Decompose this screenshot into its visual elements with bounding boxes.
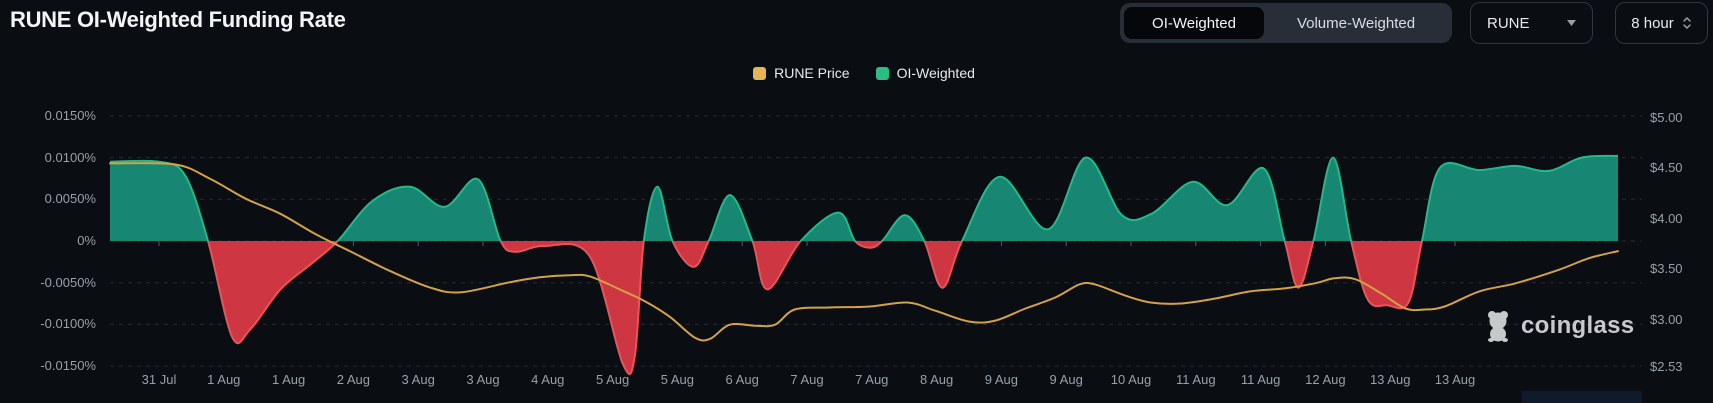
y-axis-left-tick-label: 0.0050%: [44, 191, 96, 207]
legend-item[interactable]: RUNE Price: [753, 65, 850, 81]
y-axis-right-tick-label: $5.00: [1650, 110, 1683, 126]
legend-label: RUNE Price: [774, 65, 850, 81]
legend-item[interactable]: OI-Weighted: [875, 65, 975, 81]
symbol-select[interactable]: RUNE: [1470, 2, 1593, 44]
x-axis-tick-label: 8 Aug: [919, 372, 954, 387]
symbol-select-value: RUNE: [1487, 14, 1530, 32]
x-axis-tick-label: 1 Aug: [207, 372, 241, 387]
y-axis-left-tick-label: -0.0150%: [40, 358, 96, 374]
y-axis-left-tick-label: -0.0100%: [40, 316, 96, 332]
x-axis-tick-label: 5 Aug: [595, 372, 630, 387]
y-axis-left-tick-label: 0.0150%: [44, 107, 96, 123]
x-axis-tick-label: 31 Jul: [141, 372, 177, 387]
page-root: { "header": { "title": "RUNE OI-Weighted…: [0, 0, 1713, 403]
weighting-toggle: OI-Weighted Volume-Weighted: [1120, 3, 1452, 43]
legend-swatch: [875, 66, 889, 80]
funding-chart-svg[interactable]: [0, 0, 1713, 403]
x-axis-tick-label: 3 Aug: [466, 372, 500, 387]
x-axis-tick-label: 4 Aug: [531, 372, 565, 387]
y-axis-left-tick-label: -0.0050%: [40, 274, 96, 290]
legend-label: OI-Weighted: [896, 65, 975, 81]
interval-select[interactable]: 8 hour: [1615, 2, 1708, 44]
x-axis-tick-label: 13 Aug: [1369, 372, 1411, 387]
x-axis-tick-label: 13 Aug: [1434, 372, 1476, 387]
x-axis-tick-label: 10 Aug: [1110, 372, 1152, 387]
interval-select-value: 8 hour: [1631, 14, 1674, 32]
bottom-highlight-bar: [1522, 391, 1642, 403]
y-axis-right-tick-label: $2.53: [1650, 359, 1683, 374]
toggle-option-volume-weighted[interactable]: Volume-Weighted: [1264, 7, 1448, 39]
toggle-option-oi-weighted[interactable]: OI-Weighted: [1124, 7, 1264, 39]
y-axis-right-tick-label: $3.00: [1650, 311, 1683, 327]
x-axis-tick-label: 11 Aug: [1240, 372, 1281, 387]
watermark-text: coinglass: [1521, 312, 1635, 339]
x-axis-tick-label: 9 Aug: [1049, 372, 1083, 387]
y-axis-right-tick-label: $4.50: [1650, 160, 1683, 176]
x-axis-tick-label: 11 Aug: [1176, 372, 1216, 387]
y-axis-right-tick-label: $4.00: [1650, 210, 1683, 226]
chart-legend: RUNE Price OI-Weighted: [110, 64, 1618, 82]
x-axis-tick-label: 3 Aug: [401, 372, 435, 387]
y-axis-left-tick-label: 0.0100%: [44, 149, 96, 165]
coinglass-bear-icon: [1484, 310, 1512, 342]
y-axis-left-tick-label: 0%: [77, 233, 96, 248]
caret-down-icon: [1567, 20, 1576, 26]
page-title: RUNE OI-Weighted Funding Rate: [10, 7, 346, 32]
x-axis-tick-label: 12 Aug: [1305, 372, 1346, 387]
legend-swatch: [753, 66, 767, 80]
caret-updown-icon: [1682, 15, 1692, 31]
x-axis-tick-label: 5 Aug: [660, 372, 695, 387]
x-axis-tick-label: 7 Aug: [790, 372, 824, 387]
y-axis-right-tick-label: $3.50: [1650, 261, 1683, 277]
funding-area-negative: [110, 241, 1618, 374]
x-axis-tick-label: 9 Aug: [984, 372, 1019, 387]
x-axis-tick-label: 2 Aug: [336, 372, 371, 387]
x-axis-tick-label: 6 Aug: [725, 372, 759, 387]
x-axis-tick-label: 1 Aug: [271, 372, 306, 387]
x-axis-tick-label: 7 Aug: [855, 372, 889, 387]
watermark: coinglass: [1484, 310, 1634, 342]
